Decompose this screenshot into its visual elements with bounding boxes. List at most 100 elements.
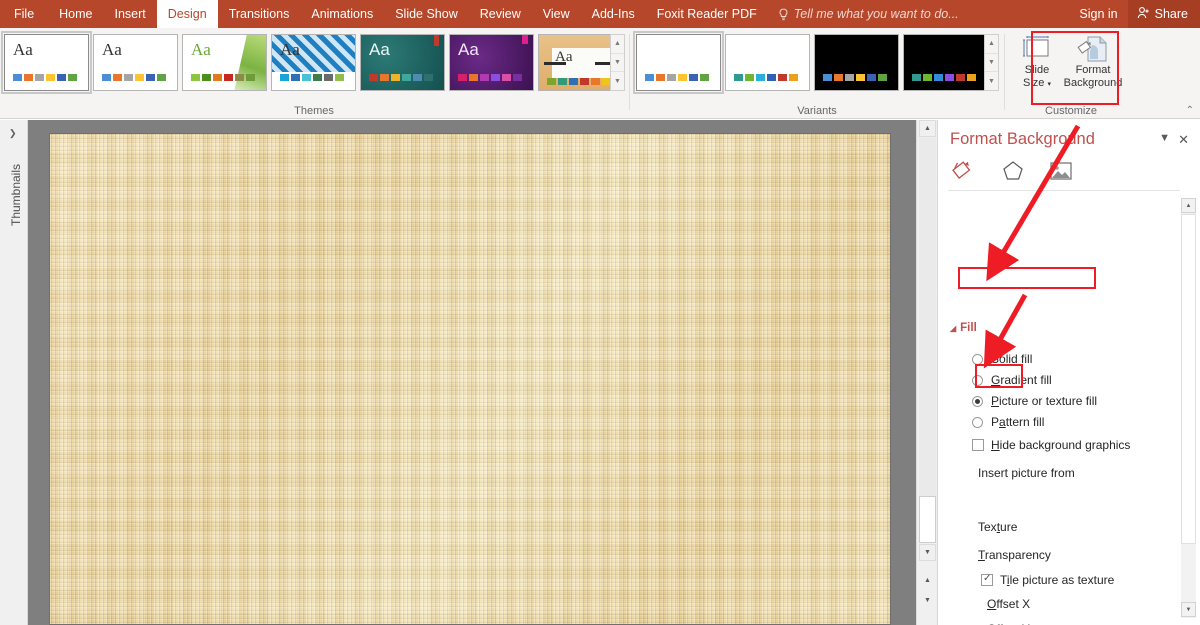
variant-swatches-3 — [823, 74, 887, 81]
theme-swatches-6 — [458, 74, 522, 81]
theme-aa-text-4: Aa — [280, 41, 300, 58]
tab-file[interactable]: File — [0, 0, 48, 28]
ribbon-collapse-icon[interactable]: ⌃ — [1186, 105, 1194, 116]
fill-section-header[interactable]: ◢Fill — [950, 322, 977, 334]
chevron-right-icon[interactable]: ❯ — [9, 128, 17, 139]
slide-size-label-1: Slide — [1025, 64, 1049, 77]
theme-bar-left-7 — [544, 62, 566, 65]
slide-vertical-scrollbar[interactable]: ▲ ▼ ▲ ▼ — [916, 120, 937, 625]
theme-swatches-3 — [191, 74, 255, 81]
variant-thumbnail-3[interactable] — [814, 34, 899, 91]
slide-size-button[interactable]: Slide Size ▾ — [1014, 34, 1060, 96]
pane-scrollbar-thumb[interactable] — [1181, 214, 1196, 544]
tab-view[interactable]: View — [532, 0, 581, 28]
tell-me-search[interactable]: Tell me what you want to do... — [768, 0, 969, 28]
radio-gradient-fill[interactable] — [972, 375, 983, 386]
next-slide-icon[interactable]: ▼ — [919, 592, 936, 609]
theme-swatches-4 — [280, 74, 344, 81]
pane-divider — [948, 190, 1180, 191]
theme-tag-6 — [522, 35, 528, 44]
tab-foxit-reader-pdf[interactable]: Foxit Reader PDF — [646, 0, 768, 28]
fill-bucket-icon[interactable] — [950, 158, 980, 184]
themes-gallery[interactable]: Aa Aa Aa — [4, 34, 623, 91]
pane-vertical-scrollbar[interactable]: ▲ ▼ — [1181, 198, 1196, 618]
texture-label: Texture — [978, 520, 1017, 534]
tab-insert-label: Insert — [115, 7, 146, 21]
theme-thumbnail-6[interactable]: Aa — [449, 34, 534, 91]
themes-scroll-down-icon[interactable]: ▼ — [611, 54, 624, 73]
theme-tag-5 — [434, 35, 439, 46]
variant-thumbnail-2[interactable] — [725, 34, 810, 91]
variant-thumbnail-4[interactable] — [903, 34, 988, 91]
variants-gallery-scroll[interactable]: ▲ ▼ ▼ — [984, 34, 999, 91]
scrollbar-track[interactable] — [919, 138, 936, 543]
theme-thumbnail-5[interactable]: Aa — [360, 34, 445, 91]
effects-pentagon-icon[interactable] — [998, 158, 1028, 184]
tab-slide-show-label: Slide Show — [395, 7, 458, 21]
theme-thumbnail-1[interactable]: Aa — [4, 34, 89, 91]
radio-solid-fill[interactable] — [972, 354, 983, 365]
powerpoint-window: File Home Insert Design Transitions Anim… — [0, 0, 1200, 625]
themes-more-icon[interactable]: ▼ — [611, 72, 624, 90]
option-solid-fill[interactable]: Solid fill — [938, 350, 1178, 370]
checkbox-tile-picture-as-texture[interactable]: Tile picture as texture — [938, 571, 1178, 591]
themes-gallery-scroll[interactable]: ▲ ▼ ▼ — [610, 34, 625, 91]
tab-transitions[interactable]: Transitions — [218, 0, 301, 28]
share-person-icon — [1137, 6, 1150, 22]
pane-scroll-up-icon[interactable]: ▲ — [1181, 198, 1196, 213]
theme-aa-text-6: Aa — [458, 41, 479, 58]
scrollbar-thumb[interactable] — [919, 496, 936, 543]
radio-picture-or-texture-fill[interactable] — [972, 396, 983, 407]
option-picture-or-texture-fill[interactable]: Picture or texture fill — [938, 392, 1178, 412]
radio-pattern-fill[interactable] — [972, 417, 983, 428]
pane-menu-icon[interactable]: ▼ — [1159, 132, 1170, 144]
tell-me-label: Tell me what you want to do... — [794, 7, 959, 21]
tab-design[interactable]: Design — [157, 0, 218, 28]
scroll-down-icon[interactable]: ▼ — [919, 544, 936, 561]
ribbon-group-customize: Slide Size ▾ Format Backgro — [1006, 28, 1136, 119]
theme-thumbnail-4[interactable]: Aa — [271, 34, 356, 91]
theme-wave-3 — [234, 35, 266, 91]
thumbnails-rail[interactable]: ❯ Thumbnails — [0, 120, 28, 625]
hide-background-graphics-box[interactable] — [972, 439, 984, 451]
group-separator-2 — [1004, 34, 1005, 110]
picture-icon[interactable] — [1046, 158, 1076, 184]
transparency-row: Transparency — [938, 546, 1178, 566]
theme-aa-text-5: Aa — [369, 41, 390, 58]
checkbox-hide-background-graphics[interactable]: Hide background graphics — [938, 436, 1178, 456]
tab-slide-show[interactable]: Slide Show — [384, 0, 469, 28]
scroll-up-icon[interactable]: ▲ — [919, 120, 936, 137]
themes-scroll-up-icon[interactable]: ▲ — [611, 35, 624, 54]
format-background-button[interactable]: Format Background — [1060, 34, 1126, 96]
variants-more-icon[interactable]: ▼ — [985, 72, 998, 90]
tab-review[interactable]: Review — [469, 0, 532, 28]
tile-picture-box[interactable] — [981, 574, 993, 586]
tabbar-spacer — [969, 0, 1070, 28]
option-gradient-fill[interactable]: Gradient fill — [938, 371, 1178, 391]
theme-swatches-1 — [13, 74, 77, 81]
tab-animations[interactable]: Animations — [300, 0, 384, 28]
theme-thumbnail-3[interactable]: Aa — [182, 34, 267, 91]
share-label: Share — [1155, 7, 1188, 21]
pane-scroll-down-icon[interactable]: ▼ — [1181, 602, 1196, 617]
theme-aa-text-1: Aa — [13, 41, 33, 58]
slide-stage — [28, 120, 916, 625]
format-background-label-2: Background — [1064, 77, 1123, 90]
variants-scroll-down-icon[interactable]: ▼ — [985, 54, 998, 73]
variants-scroll-up-icon[interactable]: ▲ — [985, 35, 998, 54]
tab-insert[interactable]: Insert — [104, 0, 157, 28]
slide-canvas[interactable] — [50, 134, 890, 624]
format-background-label-1: Format — [1076, 64, 1111, 77]
option-gradient-fill-label: Gradient fill — [991, 373, 1052, 387]
variant-thumbnail-1[interactable] — [636, 34, 721, 91]
share-button[interactable]: Share — [1128, 0, 1200, 28]
variants-gallery[interactable] — [636, 34, 988, 91]
tab-home[interactable]: Home — [48, 0, 103, 28]
previous-slide-icon[interactable]: ▲ — [919, 572, 936, 589]
texture-row: Texture — [938, 518, 1178, 538]
sign-in-button[interactable]: Sign in — [1069, 0, 1127, 28]
tab-add-ins[interactable]: Add-Ins — [581, 0, 646, 28]
theme-thumbnail-2[interactable]: Aa — [93, 34, 178, 91]
close-icon[interactable]: ✕ — [1178, 132, 1189, 148]
option-pattern-fill[interactable]: Pattern fill — [938, 413, 1178, 433]
